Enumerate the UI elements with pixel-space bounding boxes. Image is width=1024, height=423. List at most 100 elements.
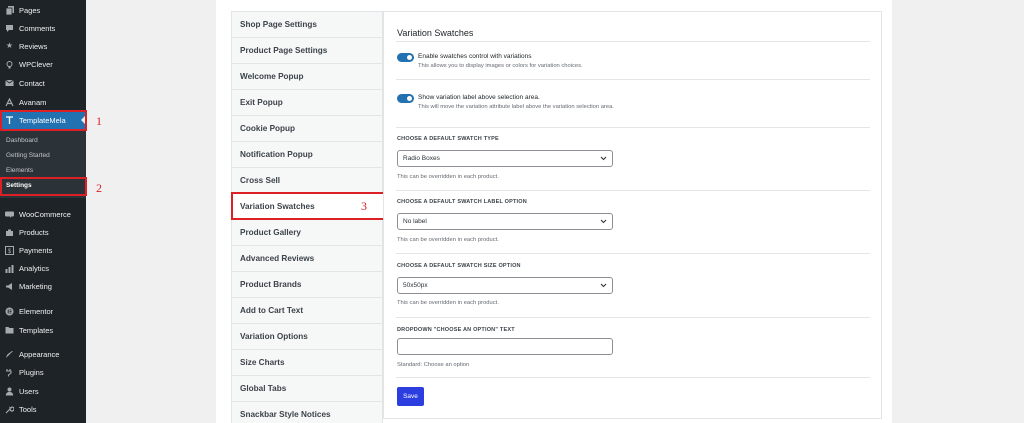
sidebar-item-label: Pages — [19, 5, 41, 15]
settings-tab-cross-sell[interactable]: Cross Sell — [232, 168, 383, 194]
comments-icon — [5, 24, 14, 33]
sidebar-item-woocommerce[interactable]: WooCommerce — [0, 205, 86, 223]
submenu-item-elements[interactable]: Elements — [6, 167, 33, 174]
sidebar-item-elementor[interactable]: Elementor — [0, 302, 86, 320]
settings-tab-notification-popup[interactable]: Notification Popup — [232, 142, 383, 168]
annotation-number-2: 2 — [96, 181, 102, 195]
sidebar-item-label: WooCommerce — [19, 209, 71, 219]
settings-tab-global-tabs[interactable]: Global Tabs — [232, 376, 383, 402]
contact-icon — [5, 79, 14, 88]
sidebar-item-label: Analytics — [19, 263, 50, 273]
swatch-label-select[interactable]: No label — [397, 213, 613, 230]
analytics-icon — [5, 264, 14, 273]
show-label-above-desc: This will move the variation attribute l… — [418, 104, 614, 110]
settings-tab-add-to-cart-text[interactable]: Add to Cart Text — [232, 298, 383, 324]
sidebar-item-label: Elementor — [19, 306, 54, 316]
sidebar-item-label: Plugins — [19, 367, 44, 377]
settings-tab-variation-options[interactable]: Variation Options — [232, 324, 383, 350]
dropdown-text-label: DROPDOWN "CHOOSE AN OPTION" TEXT — [397, 327, 515, 333]
chevron-down-icon — [600, 283, 607, 288]
settings-tab-snackbar-notices[interactable]: Snackbar Style Notices — [232, 402, 383, 423]
sidebar-item-analytics[interactable]: Analytics — [0, 259, 86, 277]
sidebar-item-label: Avanam — [19, 97, 47, 107]
divider — [396, 41, 870, 42]
enable-swatches-toggle[interactable] — [397, 53, 414, 62]
sidebar-item-label: Users — [19, 386, 39, 396]
swatch-size-help: This can be overridden in each product. — [397, 300, 499, 306]
tools-icon — [5, 405, 14, 414]
sidebar-item-label: Appearance — [19, 349, 60, 359]
wpclever-icon — [5, 60, 14, 69]
sidebar-item-wpclever[interactable]: WPClever — [0, 55, 86, 73]
swatch-type-select[interactable]: Radio Boxes — [397, 150, 613, 167]
settings-tab-shop-page[interactable]: Shop Page Settings — [232, 12, 383, 38]
save-button[interactable]: Save — [397, 387, 424, 406]
sidebar-item-label: Comments — [19, 23, 56, 33]
annotation-box-2 — [0, 177, 87, 196]
swatch-label-help: This can be overridden in each product. — [397, 237, 499, 243]
sidebar-item-avanam[interactable]: Avanam — [0, 93, 86, 111]
dropdown-text-help: Standard: Choose an option — [397, 362, 470, 368]
sidebar-item-pages[interactable]: Pages — [0, 1, 86, 19]
swatch-label-option-label: CHOOSE A DEFAULT SWATCH LABEL OPTION — [397, 199, 527, 205]
sidebar-item-comments[interactable]: Comments — [0, 19, 86, 37]
sidebar-item-tools[interactable]: Tools — [0, 400, 86, 418]
section-title: Variation Swatches — [397, 28, 474, 38]
settings-tab-welcome-popup[interactable]: Welcome Popup — [232, 64, 383, 90]
plugins-icon — [5, 368, 14, 377]
settings-tab-product-page[interactable]: Product Page Settings — [232, 38, 383, 64]
divider — [396, 377, 870, 378]
sidebar-item-reviews[interactable]: ★ Reviews — [0, 37, 86, 55]
settings-tab-cookie-popup[interactable]: Cookie Popup — [232, 116, 383, 142]
divider — [396, 127, 870, 128]
swatch-type-label: CHOOSE A DEFAULT SWATCH TYPE — [397, 136, 499, 142]
sidebar-item-marketing[interactable]: Marketing — [0, 277, 86, 295]
sidebar-item-label: Templates — [19, 325, 54, 335]
variation-swatches-panel: Variation Swatches Enable swatches contr… — [383, 11, 882, 419]
dropdown-text-input[interactable] — [397, 338, 613, 355]
enable-swatches-label: Enable swatches control with variations — [418, 53, 532, 60]
show-label-above-label: Show variation label above selection are… — [418, 94, 540, 101]
chevron-down-icon — [600, 219, 607, 224]
sidebar-item-appearance[interactable]: Appearance — [0, 345, 86, 363]
submenu-item-dashboard[interactable]: Dashboard — [6, 137, 38, 144]
settings-tab-size-charts[interactable]: Size Charts — [232, 350, 383, 376]
divider — [396, 190, 870, 191]
swatch-type-value: Radio Boxes — [403, 155, 440, 162]
marketing-icon — [5, 282, 14, 291]
submenu-item-getting-started[interactable]: Getting Started — [6, 152, 50, 159]
sidebar-item-contact[interactable]: Contact — [0, 74, 86, 92]
divider — [396, 79, 870, 80]
avanam-icon — [5, 97, 14, 107]
sidebar-item-plugins[interactable]: Plugins — [0, 363, 86, 381]
divider — [396, 317, 870, 318]
sidebar-item-label: Marketing — [19, 281, 52, 291]
sidebar-item-templates[interactable]: Templates — [0, 321, 86, 339]
users-icon — [5, 387, 14, 396]
swatch-size-select[interactable]: 50x50px — [397, 277, 613, 294]
annotation-box-1 — [0, 110, 87, 131]
divider — [396, 253, 870, 254]
templates-icon — [5, 326, 14, 335]
enable-swatches-desc: This allows you to display images or col… — [418, 63, 583, 69]
sidebar-item-payments[interactable]: $ Payments — [0, 241, 86, 259]
sidebar-item-label: Tools — [19, 404, 37, 414]
sidebar-item-label: Reviews — [19, 41, 48, 51]
settings-tab-product-gallery[interactable]: Product Gallery — [232, 220, 383, 246]
chevron-down-icon — [600, 156, 607, 161]
settings-tab-advanced-reviews[interactable]: Advanced Reviews — [232, 246, 383, 272]
sidebar-item-products[interactable]: Products — [0, 223, 86, 241]
sidebar-item-users[interactable]: Users — [0, 382, 86, 400]
swatch-label-value: No label — [403, 218, 427, 225]
settings-tab-product-brands[interactable]: Product Brands — [232, 272, 383, 298]
elementor-icon — [5, 307, 14, 316]
appearance-icon — [5, 350, 14, 359]
swatch-size-value: 50x50px — [403, 282, 428, 289]
sidebar-item-label: Contact — [19, 78, 45, 88]
show-label-above-toggle[interactable] — [397, 94, 414, 103]
products-icon — [5, 228, 14, 237]
sidebar-item-label: WPClever — [19, 59, 53, 69]
settings-tab-exit-popup[interactable]: Exit Popup — [232, 90, 383, 116]
annotation-number-1: 1 — [96, 114, 102, 128]
admin-sidebar: Pages Comments ★ Reviews WPClever Contac… — [0, 0, 86, 423]
